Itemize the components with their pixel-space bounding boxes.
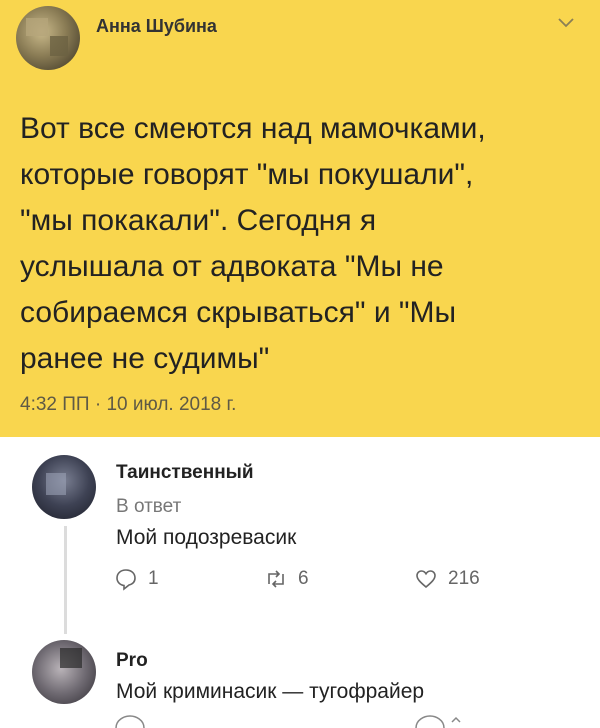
reply-text: Мой криминасик — тугофрайер [116, 680, 425, 703]
tweet-text: Вот все смеются над мамочками, которые г… [20, 112, 486, 375]
reply-button[interactable]: 1 [114, 566, 159, 592]
chevron-down-icon[interactable] [554, 10, 578, 34]
author-avatar[interactable] [16, 6, 80, 70]
like-button[interactable]: 216 [414, 566, 480, 592]
like-count: 216 [448, 568, 480, 589]
reply-avatar[interactable] [32, 640, 96, 704]
retweet-icon [268, 570, 284, 588]
reply-context: В ответ [116, 496, 182, 517]
reply-avatar[interactable] [32, 455, 96, 519]
heart-icon [416, 570, 436, 589]
main-tweet: Анна Шубина Вот все смеются над мамочкам… [0, 0, 600, 437]
author-name[interactable]: Анна Шубина [96, 16, 217, 37]
cut-off-action-row [115, 715, 461, 728]
thread-connector-line [64, 526, 67, 634]
retweet-count: 6 [298, 568, 309, 589]
reply-count: 1 [148, 568, 159, 589]
reply-text: Мой подозревасик [116, 526, 297, 549]
reply-author-name[interactable]: Таинственный [116, 462, 254, 484]
reply-icon [116, 569, 136, 591]
tweet-timestamp[interactable]: 4:32 ПП · 10 июл. 2018 г. [20, 394, 236, 416]
retweet-button[interactable]: 6 [264, 566, 309, 592]
reply-author-name[interactable]: Pro [116, 650, 148, 672]
